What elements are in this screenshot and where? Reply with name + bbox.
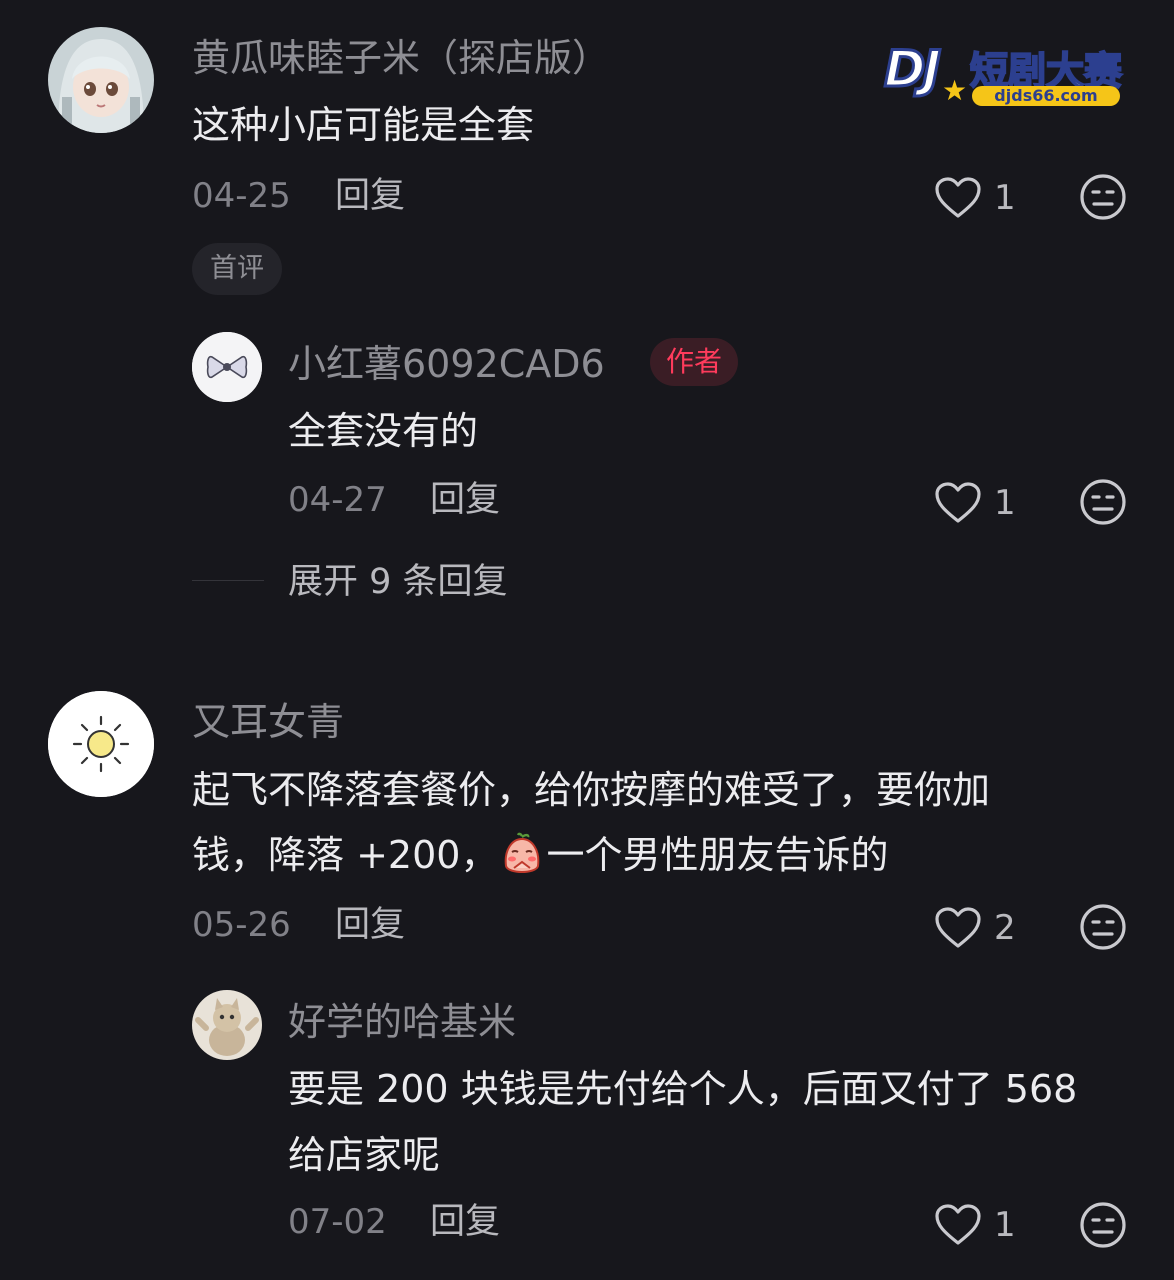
like-count: 1 xyxy=(994,178,1016,218)
comment-text-line-1: 起飞不降落套餐价，给你按摩的难受了，要你加 xyxy=(192,768,991,812)
logo-domain: djds66.com xyxy=(972,86,1120,106)
avatar[interactable] xyxy=(48,691,154,797)
bow-avatar-icon xyxy=(192,332,262,402)
avatar[interactable] xyxy=(192,332,262,402)
comment-text-part-2: 一个男性朋友告诉的 xyxy=(546,833,889,877)
heart-icon xyxy=(935,177,981,218)
reply-button[interactable]: 回复 xyxy=(430,1200,500,1244)
star-icon: ★ xyxy=(942,74,968,107)
like-button[interactable]: 1 xyxy=(934,478,1016,528)
comment-username[interactable]: 又耳女青 xyxy=(192,698,344,746)
neutral-face-icon xyxy=(1080,904,1126,950)
logo-dj-text: DJ xyxy=(882,39,942,100)
heart-icon xyxy=(935,1204,981,1245)
emoji-reaction-button[interactable] xyxy=(1078,902,1128,952)
reply-username[interactable]: 好学的哈基米 xyxy=(288,998,516,1046)
like-button[interactable]: 2 xyxy=(934,903,1016,953)
reply-button[interactable]: 回复 xyxy=(430,478,500,522)
emoji-reaction-button[interactable] xyxy=(1078,477,1128,527)
comment-text-line-2: 钱，降落 +200， 一个男性朋友告诉的 xyxy=(192,822,888,888)
neutral-face-icon xyxy=(1080,1202,1126,1248)
like-button[interactable]: 1 xyxy=(934,173,1016,223)
avatar[interactable] xyxy=(192,990,262,1060)
expand-replies-button[interactable]: 展开 9 条回复 xyxy=(288,560,508,604)
first-comment-tag: 首评 xyxy=(192,243,282,295)
neutral-face-icon xyxy=(1080,479,1126,525)
emoji-reaction-button[interactable] xyxy=(1078,172,1128,222)
heart-icon xyxy=(935,482,981,523)
avatar[interactable] xyxy=(48,27,154,133)
like-count: 2 xyxy=(994,908,1016,948)
comment-text: 这种小店可能是全套 xyxy=(192,103,535,147)
reply-text: 全套没有的 xyxy=(288,409,479,453)
comment-username[interactable]: 黄瓜味睦子米（探店版） xyxy=(192,34,610,82)
reply-date: 07-02 xyxy=(288,1202,387,1242)
comment-date: 04-25 xyxy=(192,176,291,216)
like-count: 1 xyxy=(994,483,1016,523)
author-badge: 作者 xyxy=(650,338,739,386)
reply-button[interactable]: 回复 xyxy=(335,903,405,947)
anime-girl-avatar-icon xyxy=(48,27,154,133)
shy-face-emoji-icon xyxy=(505,832,540,873)
reply-text-line-2: 给店家呢 xyxy=(288,1133,441,1177)
emoji-reaction-button[interactable] xyxy=(1078,1200,1128,1250)
cat-avatar-icon xyxy=(192,990,262,1060)
comment-text-part-1: 钱，降落 +200， xyxy=(192,833,499,877)
reply-text-line-1: 要是 200 块钱是先付给个人，后面又付了 568 xyxy=(288,1067,1078,1111)
comment-date: 05-26 xyxy=(192,905,291,945)
watermark-logo: DJ ★ 短剧大赛 djds66.com xyxy=(880,36,1140,108)
sun-avatar-icon xyxy=(48,691,154,797)
reply-username[interactable]: 小红薯6092CAD6 xyxy=(288,340,605,388)
expand-divider xyxy=(192,580,264,581)
reply-button[interactable]: 回复 xyxy=(335,174,405,218)
neutral-face-icon xyxy=(1080,174,1126,220)
reply-date: 04-27 xyxy=(288,480,387,520)
like-count: 1 xyxy=(994,1205,1016,1245)
like-button[interactable]: 1 xyxy=(934,1200,1016,1250)
heart-icon xyxy=(935,907,981,948)
